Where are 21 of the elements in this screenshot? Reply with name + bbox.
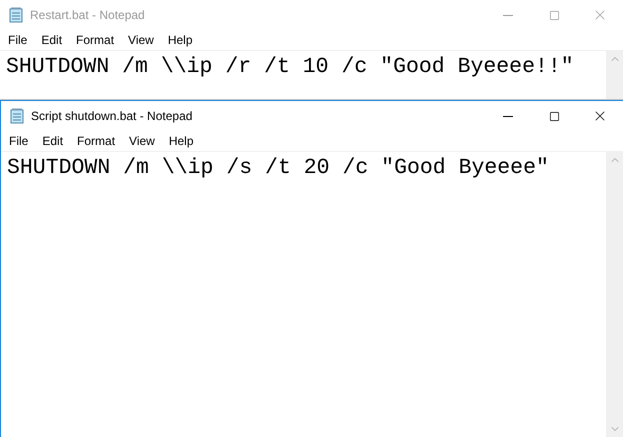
text-line: SHUTDOWN /m \\ip /r /t 10 /c "Good Byeeee!!" (6, 55, 574, 79)
minimize-icon (503, 14, 513, 16)
scrollbar[interactable] (606, 51, 623, 99)
window-title: Script shutdown.bat - Notepad (31, 108, 192, 125)
menu-item[interactable]: Edit (35, 132, 70, 150)
menu-item[interactable]: Format (70, 132, 122, 150)
text-line: SHUTDOWN /m \\ip /s /t 20 /c "Good Byeeee" (7, 156, 549, 180)
menu-item[interactable]: Help (160, 31, 200, 49)
scrollbar[interactable] (606, 152, 623, 437)
maximize-icon (548, 10, 560, 20)
notepad-icon (9, 108, 25, 124)
menu-item[interactable]: View (122, 132, 162, 150)
menu-item[interactable]: Edit (34, 31, 70, 49)
maximize-icon (548, 110, 560, 122)
notepad-icon (8, 7, 24, 23)
menu-item[interactable]: Format (69, 31, 122, 49)
menu-item[interactable]: View (121, 31, 161, 49)
menu-item[interactable]: File (2, 132, 36, 150)
window-title: Restart.bat - Notepad (30, 7, 145, 24)
menu-item[interactable]: Help (162, 132, 201, 150)
menu-item[interactable]: File (1, 31, 34, 49)
